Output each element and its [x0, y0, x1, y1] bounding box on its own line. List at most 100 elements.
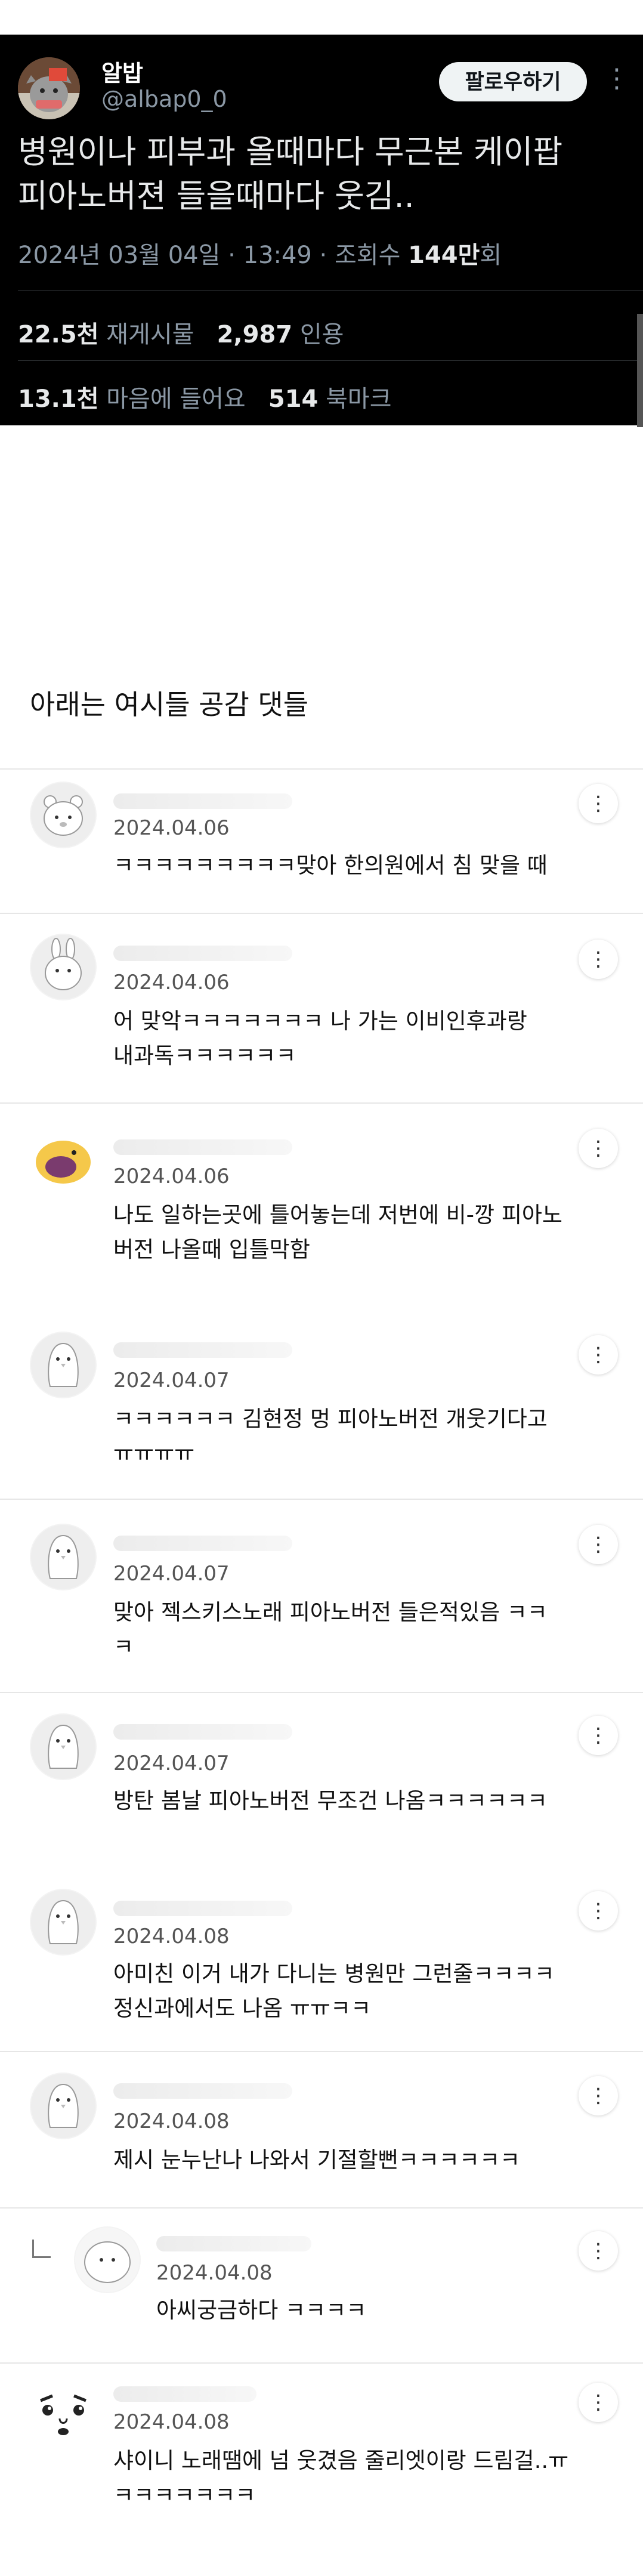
comment-date: 2024.04.06: [113, 971, 230, 994]
comment-item: 2024.04.07 ㅋㅋㅋㅋㅋㅋ 김현정 멍 피아노버전 개웃기다고 ㅠㅠㅠㅠ…: [0, 1318, 643, 1491]
more-options-icon[interactable]: ⋮: [579, 1525, 618, 1564]
blurred-username: [113, 1139, 292, 1155]
tweet-text: 병원이나 피부과 올때마다 무근본 케이팝 피아노버젼 들을때마다 웃김..: [18, 133, 563, 215]
penguin-avatar-icon: [31, 1890, 95, 1954]
retweet-label: 재게시물: [98, 321, 194, 348]
comment-text: 나도 일하는곳에 틀어놓는데 저번에 비-깡 피아노 버전 나올때 입틀막함: [113, 1202, 562, 1262]
like-stats[interactable]: 13.1천 마음에 들어요 514 북마크: [18, 379, 392, 414]
avatar[interactable]: [30, 1332, 97, 1398]
penguin-avatar-icon: [31, 1333, 95, 1397]
divider: [0, 1692, 643, 1693]
face-avatar-icon: [30, 2380, 97, 2447]
penguin-avatar-icon: [31, 2074, 95, 2138]
comment-text: ㅋㅋㅋㅋㅋㅋㅋㅋㅋ맞아 한의원에서 침 맞을 때: [113, 853, 548, 878]
avatar[interactable]: [30, 782, 97, 848]
more-options-icon[interactable]: ⋮: [579, 1891, 618, 1931]
comment-item: 2024.04.07 방탄 봄날 피아노버전 무조건 나옴ㅋㅋㅋㅋㅋㅋ ⋮: [0, 1700, 643, 1855]
blurred-username: [113, 2083, 292, 2099]
retweet-stats[interactable]: 22.5천 재게시물 2,987 인용: [18, 315, 344, 350]
section-title: 아래는 여시들 공감 댓들: [30, 688, 309, 721]
avatar[interactable]: [74, 2226, 141, 2293]
penguin-avatar-icon: [31, 1715, 95, 1779]
comment-item: 2024.04.06 어 맞악ㅋㅋㅋㅋㅋㅋㅋ 나 가는 이비인후과랑 내과독ㅋㅋ…: [0, 922, 643, 1101]
comment-item: 2024.04.08 아미친 이거 내가 다니는 병원만 그런줄ㅋㅋㅋㅋ 정신과…: [0, 1879, 643, 2052]
comment-text: 맞아 젝스키스노래 피아노버전 들은적있음 ㅋㅋ ㅋ: [113, 1599, 548, 1660]
more-options-icon[interactable]: ⋮: [579, 2383, 618, 2422]
tweet-card: 알밥 @albap0_0 팔로우하기 ⋮ 병원이나 피부과 올때마다 무근본 케…: [0, 35, 643, 427]
follow-button[interactable]: 팔로우하기: [439, 62, 587, 101]
more-options-icon[interactable]: ⋮: [579, 784, 618, 823]
comment-text: 방탄 봄날 피아노버전 무조건 나옴ㅋㅋㅋㅋㅋㅋ: [113, 1788, 548, 1814]
more-options-icon[interactable]: ⋮: [604, 66, 630, 92]
divider: [18, 360, 643, 361]
quote-label: 인용: [292, 321, 344, 348]
divider: [0, 768, 643, 770]
comment-text: 아씨궁금하다 ㅋㅋㅋㅋ: [156, 2297, 367, 2323]
comment-item: 2024.04.06 ㅋㅋㅋㅋㅋㅋㅋㅋㅋ맞아 한의원에서 침 맞을 때 ⋮: [0, 776, 643, 907]
author-handle[interactable]: @albap0_0: [101, 86, 227, 112]
reply-indicator-icon: [32, 2240, 51, 2258]
avatar[interactable]: [30, 1713, 97, 1780]
like-count: 13.1천: [18, 385, 99, 413]
bookmark-label: 북마크: [318, 385, 392, 413]
scrollbar[interactable]: [637, 314, 643, 427]
author-name[interactable]: 알밥: [101, 55, 143, 88]
comment-text: 샤이니 노래땜에 넘 웃겼음 줄리엣이랑 드림걸..ㅠ ㅋㅋㅋㅋㅋㅋㅋ: [113, 2448, 569, 2508]
comment-text: 아미친 이거 내가 다니는 병원만 그런줄ㅋㅋㅋㅋ 정신과에서도 나옴 ㅠㅠㅋㅋ: [113, 1961, 555, 2021]
blurred-username: [156, 2236, 311, 2251]
divider: [18, 290, 643, 291]
comment-text: 어 맞악ㅋㅋㅋㅋㅋㅋㅋ 나 가는 이비인후과랑 내과독ㅋㅋㅋㅋㅋㅋ: [113, 1008, 527, 1068]
cat-avatar-icon: [18, 57, 80, 119]
comment-date: 2024.04.08: [156, 2261, 273, 2285]
duck-avatar-icon: [36, 1141, 91, 1184]
comment-date: 2024.04.07: [113, 1752, 230, 1775]
comment-text: 제시 눈누난나 나와서 기절할뻔ㅋㅋㅋㅋㅋㅋ: [113, 2147, 521, 2173]
quote-count: 2,987: [217, 321, 293, 348]
rabbit-avatar-icon: [31, 935, 95, 999]
tweet-date: 2024년 03월 04일 · 13:49 · 조회수: [18, 242, 409, 269]
comment-date: 2024.04.07: [113, 1369, 230, 1392]
more-options-icon[interactable]: ⋮: [579, 1335, 618, 1375]
avatar[interactable]: [30, 2072, 97, 2139]
comment-item: 2024.04.06 나도 일하는곳에 틀어놓는데 저번에 비-깡 피아노 버전…: [0, 1111, 643, 1290]
divider: [0, 2362, 643, 2364]
avatar[interactable]: [30, 934, 97, 1000]
bookmark-count: 514: [268, 385, 319, 413]
comment-text: ㅋㅋㅋㅋㅋㅋ 김현정 멍 피아노버전 개웃기다고 ㅠㅠㅠㅠ: [113, 1406, 548, 1466]
more-options-icon[interactable]: ⋮: [579, 2231, 618, 2271]
comment-date: 2024.04.08: [113, 2109, 230, 2133]
comment-item: 2024.04.07 맞아 젝스키스노래 피아노버전 들은적있음 ㅋㅋ ㅋ ⋮: [0, 1507, 643, 1686]
bear-avatar-icon: [31, 783, 95, 847]
view-count-unit: 회: [480, 242, 502, 269]
avatar[interactable]: [30, 2380, 97, 2447]
comment-date: 2024.04.08: [113, 2410, 230, 2434]
blurred-username: [113, 1342, 292, 1358]
avatar[interactable]: [30, 1889, 97, 1956]
blurred-username: [113, 793, 292, 809]
divider: [0, 1499, 643, 1500]
penguin-avatar-icon: [31, 1525, 95, 1589]
blurred-username: [113, 1724, 292, 1740]
blurred-username: [113, 2386, 256, 2402]
comment-date: 2024.04.06: [113, 816, 230, 840]
comment-item: 2024.04.08 샤이니 노래땜에 넘 웃겼음 줄리엣이랑 드림걸..ㅠ ㅋ…: [0, 2371, 643, 2562]
retweet-count: 22.5천: [18, 321, 99, 348]
divider: [0, 913, 643, 914]
divider: [0, 1102, 643, 1104]
more-options-icon[interactable]: ⋮: [579, 1129, 618, 1168]
blurred-username: [113, 1901, 292, 1916]
more-options-icon[interactable]: ⋮: [579, 940, 618, 979]
comment-item: 2024.04.08 제시 눈누난나 나와서 기절할뻔ㅋㅋㅋㅋㅋㅋ ⋮: [0, 2059, 643, 2203]
comment-date: 2024.04.06: [113, 1165, 230, 1188]
view-count: 144만: [408, 242, 480, 269]
more-options-icon[interactable]: ⋮: [579, 2076, 618, 2115]
avatar[interactable]: [30, 1524, 97, 1590]
tweet-meta: 2024년 03월 04일 · 13:49 · 조회수 144만회: [18, 236, 502, 270]
avatar[interactable]: [30, 1128, 97, 1194]
like-label: 마음에 들어요: [98, 385, 246, 413]
divider: [0, 2207, 643, 2209]
blurred-username: [113, 1536, 292, 1551]
profile-avatar[interactable]: [18, 57, 80, 119]
more-options-icon[interactable]: ⋮: [579, 1716, 618, 1755]
comment-date: 2024.04.07: [113, 1562, 230, 1586]
